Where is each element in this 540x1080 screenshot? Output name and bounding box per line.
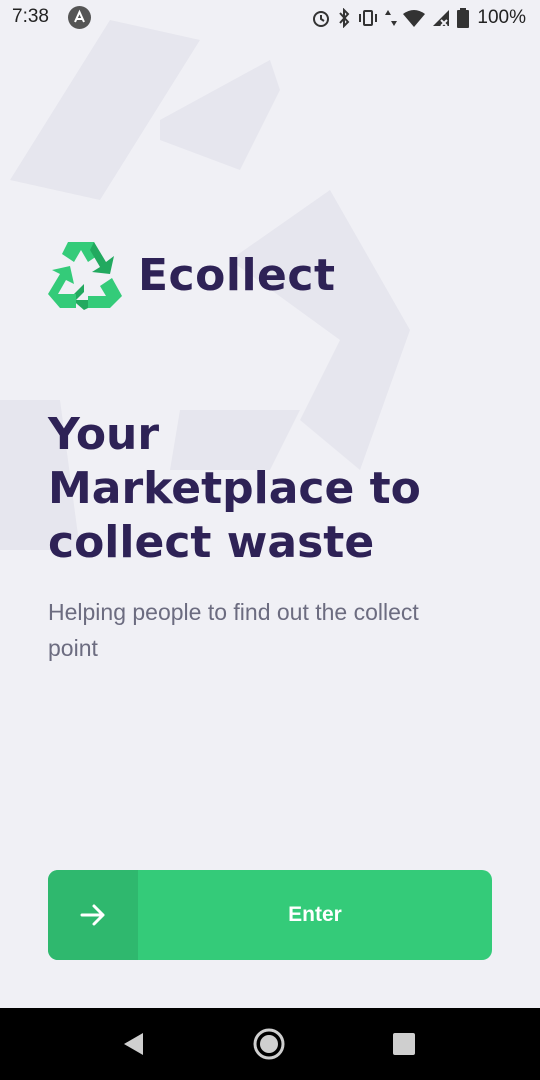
- system-nav-bar: [0, 1008, 540, 1080]
- battery-percentage: 100%: [477, 7, 526, 28]
- alarm-icon: [311, 8, 331, 28]
- hero-subtitle: Helping people to find out the collect p…: [48, 599, 419, 661]
- cell-signal-icon: [431, 8, 451, 28]
- status-bar: 7:38 100%: [0, 0, 540, 36]
- data-arrows-icon: [385, 8, 398, 28]
- vibrate-icon: [357, 8, 379, 28]
- headline-line: Your: [48, 409, 160, 460]
- enter-icon-container: [48, 870, 138, 960]
- enter-button[interactable]: Enter: [48, 870, 492, 960]
- home-icon[interactable]: [251, 1026, 287, 1062]
- hero-headline: Your Marketplace to collect waste: [48, 408, 508, 570]
- headline-line: Marketplace to: [48, 463, 421, 514]
- app-logo: Ecollect: [48, 240, 336, 310]
- recycle-icon: [48, 242, 122, 310]
- app-name: Ecollect: [138, 249, 336, 301]
- notification-app-icon: [68, 6, 91, 29]
- battery-icon: [457, 8, 470, 28]
- recents-icon[interactable]: [386, 1026, 422, 1062]
- back-icon[interactable]: [116, 1026, 152, 1062]
- status-time: 7:38: [12, 6, 49, 27]
- headline-line: collect waste: [48, 517, 375, 568]
- bluetooth-icon: [337, 8, 351, 28]
- arrow-right-icon: [80, 904, 105, 926]
- wifi-icon: [403, 9, 426, 27]
- enter-button-label: Enter: [288, 903, 342, 926]
